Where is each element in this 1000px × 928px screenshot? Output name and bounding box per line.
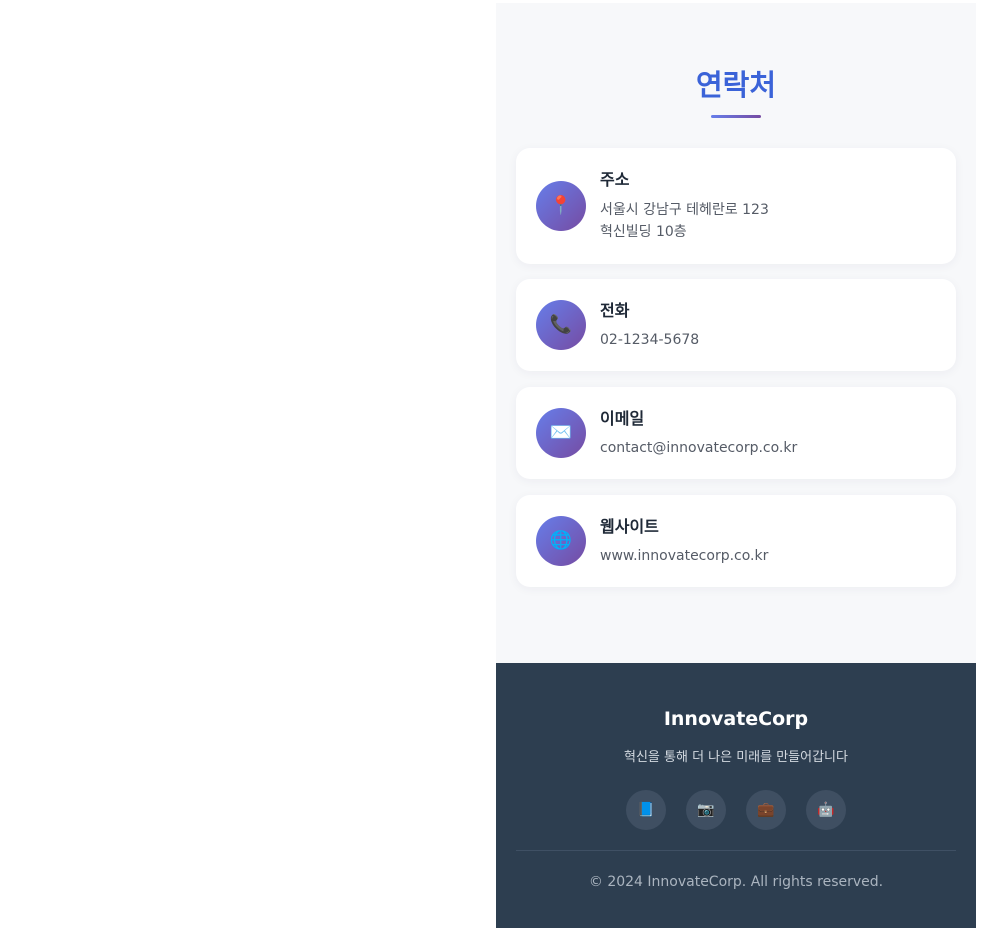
contact-card-website: 🌐 웹사이트 www.innovatecorp.co.kr [516,495,956,587]
social-link-briefcase[interactable]: 💼 [746,790,786,830]
globe-icon: 🌐 [536,516,586,566]
envelope-icon: ✉️ [536,408,586,458]
social-link-book[interactable]: 📘 [626,790,666,830]
footer-divider [516,850,956,851]
book-icon: 📘 [637,802,655,818]
social-link-robot[interactable]: 🤖 [806,790,846,830]
title-underline [711,115,761,118]
footer: InnovateCorp 혁신을 통해 더 나은 미래를 만들어갑니다 📘 📷 … [496,663,976,928]
briefcase-icon: 💼 [757,802,775,818]
phone-icon: 📞 [536,300,586,350]
website-url[interactable]: www.innovatecorp.co.kr [600,545,768,567]
contact-label-address: 주소 [600,170,630,189]
map-pin-icon: 📍 [536,181,586,231]
social-link-camera[interactable]: 📷 [686,790,726,830]
contact-card-email: ✉️ 이메일 contact@innovatecorp.co.kr [516,387,956,479]
email-address[interactable]: contact@innovatecorp.co.kr [600,437,797,459]
contact-section: 연락처 📍 주소 서울시 강남구 테헤란로 123 혁신빌딩 10층 📞 전화 … [496,3,976,663]
page-column: 연락처 📍 주소 서울시 강남구 테헤란로 123 혁신빌딩 10층 📞 전화 … [496,3,976,928]
address-line-1: 서울시 강남구 테헤란로 123 [600,202,769,218]
section-title: 연락처 [695,68,777,102]
robot-icon: 🤖 [817,802,835,818]
footer-brand: InnovateCorp [663,708,809,730]
contact-label-email: 이메일 [600,409,645,428]
contact-card-phone: 📞 전화 02-1234-5678 [516,279,956,371]
copyright-text: © 2024 InnovateCorp. All rights reserved… [588,874,884,890]
contact-label-website: 웹사이트 [600,517,659,536]
contact-card-address: 📍 주소 서울시 강남구 테헤란로 123 혁신빌딩 10층 [516,148,956,264]
address-line-2: 혁신빌딩 10층 [600,224,687,240]
contact-label-phone: 전화 [600,301,630,320]
phone-number[interactable]: 02-1234-5678 [600,329,699,351]
footer-tagline: 혁신을 통해 더 나은 미래를 만들어갑니다 [624,750,848,765]
camera-icon: 📷 [697,802,715,818]
